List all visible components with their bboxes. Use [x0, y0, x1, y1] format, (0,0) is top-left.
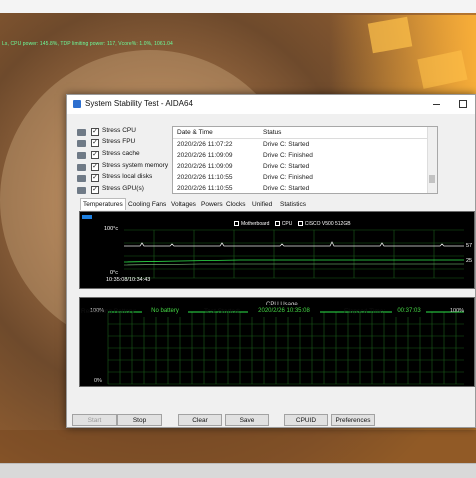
- log-header-status: Status: [263, 129, 282, 136]
- log-cell-datetime: 2020/2/26 11:09:09: [177, 163, 233, 170]
- stress-memory-option[interactable]: ✓ Stress system memory: [77, 162, 177, 173]
- event-log-table[interactable]: Date & Time Status 2020/2/26 11:07:22 Dr…: [172, 126, 438, 194]
- temperature-legend: Motherboard CPU CISCO V500 512GB: [230, 221, 351, 227]
- tab-statistics[interactable]: Statistics: [278, 199, 308, 210]
- stress-disks-option[interactable]: ✓ Stress local disks: [77, 173, 177, 184]
- stress-memory-label: Stress system memory: [102, 162, 169, 169]
- title-bar[interactable]: System Stability Test - AIDA64: [67, 95, 475, 114]
- tab-clocks[interactable]: Clocks: [224, 199, 248, 210]
- aida64-icon: [73, 100, 81, 108]
- temperature-graph: Motherboard CPU CISCO V500 512GB 100°c 0…: [79, 211, 475, 289]
- log-cell-status: Drive C: Started: [263, 185, 310, 192]
- table-row[interactable]: 2020/2/26 11:09:09 Drive C: Started: [173, 161, 429, 172]
- elapsed-time-label: Elapsed Time:: [344, 308, 386, 315]
- tab-voltages[interactable]: Voltages: [169, 199, 198, 210]
- minimize-button[interactable]: [429, 98, 445, 110]
- log-cell-status: Drive C: Finished: [263, 174, 313, 181]
- log-scrollbar[interactable]: [427, 127, 437, 193]
- legend-motherboard-label: Motherboard: [241, 221, 270, 227]
- stress-disks-label: Stress local disks: [102, 173, 153, 180]
- log-cell-status: Drive C: Finished: [263, 152, 313, 159]
- gpu-icon: [77, 187, 86, 194]
- stress-gpu-option[interactable]: ✓ Stress GPU(s): [77, 185, 177, 196]
- window-title: System Stability Test - AIDA64: [85, 99, 193, 108]
- stress-gpu-checkbox[interactable]: ✓: [91, 186, 99, 194]
- legend-motherboard-checkbox[interactable]: [234, 221, 239, 227]
- table-row[interactable]: 2020/2/26 11:10:55 Drive C: Finished: [173, 172, 429, 183]
- tab-temperatures[interactable]: Temperatures: [80, 198, 126, 210]
- stress-cache-checkbox[interactable]: ✓: [91, 151, 99, 159]
- maximize-button[interactable]: [455, 98, 471, 110]
- stress-gpu-label: Stress GPU(s): [102, 185, 144, 192]
- stress-fpu-option[interactable]: ✓ Stress FPU: [77, 138, 177, 149]
- log-cell-datetime: 2020/2/26 11:10:55: [177, 185, 233, 192]
- stress-cpu-checkbox[interactable]: ✓: [91, 128, 99, 136]
- legend-cpu-checkbox[interactable]: [274, 221, 280, 227]
- stress-cpu-label: Stress CPU: [102, 127, 136, 134]
- taskbar: [0, 463, 476, 478]
- disk-icon: [77, 175, 86, 182]
- stress-fpu-checkbox[interactable]: ✓: [91, 139, 99, 147]
- browser-top-strip: [0, 0, 476, 13]
- temp-value-low: 25: [466, 258, 473, 264]
- stability-test-window: System Stability Test - AIDA64 ✓ Stress …: [66, 94, 476, 428]
- temp-y-top-label: 100°c: [104, 226, 119, 232]
- fpu-icon: [77, 140, 86, 147]
- legend-cpu-label: CPU: [281, 221, 293, 227]
- tab-cooling-fans[interactable]: Cooling Fans: [126, 199, 168, 210]
- stress-cache-label: Stress cache: [102, 150, 140, 157]
- temp-line-motherboard: [123, 259, 464, 263]
- log-cell-status: Drive C: Started: [263, 141, 310, 148]
- log-header-row: Date & Time Status: [173, 127, 429, 139]
- stress-memory-checkbox[interactable]: ✓: [91, 163, 99, 171]
- remaining-battery-value: No battery: [142, 305, 188, 317]
- stop-button[interactable]: Stop: [117, 414, 162, 426]
- test-started-value: 2020/2/26 10:35:08: [248, 305, 320, 317]
- memory-icon: [77, 164, 86, 171]
- log-cell-status: Drive C: Started: [263, 163, 310, 170]
- stress-fpu-label: Stress FPU: [102, 138, 136, 145]
- cpu-y-bottom-left: 0%: [94, 378, 102, 384]
- temp-line-ssd: [123, 263, 464, 266]
- temp-y-bottom-label: 0°c: [110, 270, 119, 276]
- log-cell-datetime: 2020/2/26 11:09:09: [177, 152, 233, 159]
- legend-ssd-label: CISCO V500 512GB: [304, 221, 351, 227]
- stress-cpu-option[interactable]: ✓ Stress CPU: [77, 127, 177, 138]
- cpu-icon: [77, 129, 86, 136]
- log-scrollbar-thumb[interactable]: [429, 175, 435, 183]
- tab-unified[interactable]: Unified: [250, 199, 274, 210]
- temp-line-cpu: [124, 241, 464, 247]
- remaining-battery-label: Remaining Battery:: [81, 308, 137, 315]
- table-row[interactable]: 2020/2/26 11:09:09 Drive C: Finished: [173, 150, 429, 161]
- preferences-button[interactable]: Preferences: [331, 414, 375, 426]
- cpu-y-top-right: 100%: [450, 308, 465, 314]
- elapsed-time-value: 00:37:03: [392, 305, 426, 317]
- table-row[interactable]: 2020/2/26 11:10:55 Drive C: Started: [173, 183, 429, 193]
- temp-time-label: 10:35:08/10:34:43: [106, 277, 151, 283]
- tab-powers[interactable]: Powers: [199, 199, 225, 210]
- test-started-label: Test Started:: [204, 308, 241, 315]
- legend-ssd-checkbox[interactable]: [297, 221, 303, 227]
- clear-button[interactable]: Clear: [178, 414, 222, 426]
- log-cell-datetime: 2020/2/26 11:10:55: [177, 174, 233, 181]
- table-row[interactable]: 2020/2/26 11:07:22 Drive C: Started: [173, 139, 429, 150]
- cache-icon: [77, 152, 86, 159]
- stress-cache-option[interactable]: ✓ Stress cache: [77, 150, 177, 161]
- overlay-status-text: Ls, CPU power: 145.8%, TDP limiting powe…: [2, 41, 173, 47]
- start-button[interactable]: Start: [72, 414, 117, 426]
- cpuid-button[interactable]: CPUID: [284, 414, 328, 426]
- stress-disks-checkbox[interactable]: ✓: [91, 174, 99, 182]
- log-cell-datetime: 2020/2/26 11:07:22: [177, 141, 233, 148]
- temp-value-high: 57: [466, 243, 473, 249]
- save-button[interactable]: Save: [225, 414, 269, 426]
- log-header-datetime: Date & Time: [177, 129, 213, 136]
